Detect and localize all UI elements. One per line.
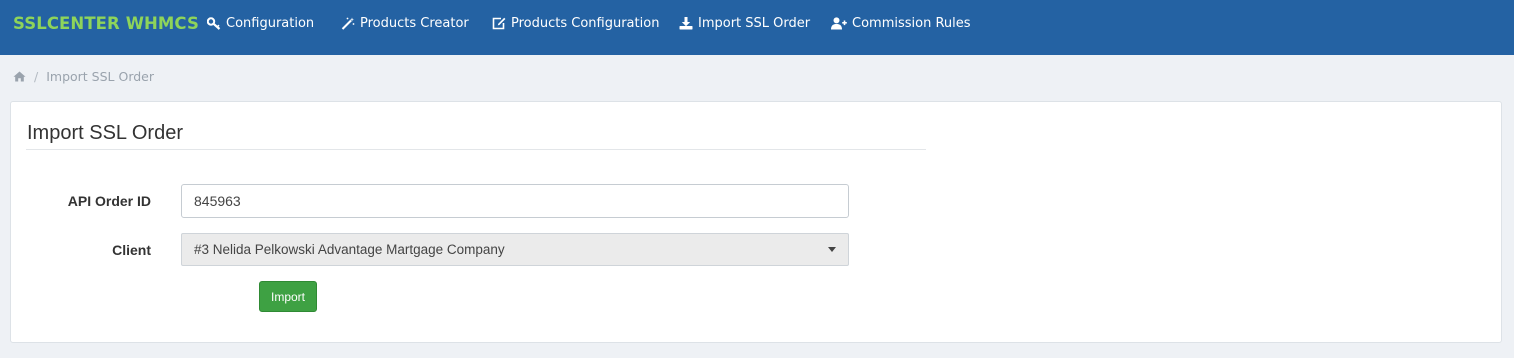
wrench-key-icon [207,17,221,30]
api-order-id-label: API Order ID [67,193,151,209]
nav-item-label: Configuration [226,16,315,31]
import-button[interactable]: Import [259,281,317,312]
breadcrumb: / Import SSL Order [13,69,154,84]
home-icon[interactable] [13,71,26,82]
brand-title[interactable]: SSLCENTER WHMCS [13,14,199,33]
nav-item-products-configuration[interactable]: Products Configuration [492,16,659,31]
magic-wand-icon [341,17,355,30]
user-plus-icon [831,17,847,30]
client-select[interactable]: #3 Nelida Pelkowski Advantage Martgage C… [181,233,849,266]
nav-item-label: Products Configuration [511,16,660,31]
api-order-id-input[interactable] [181,184,849,218]
client-label: Client [112,242,151,258]
nav-item-configuration[interactable]: Configuration [207,16,314,31]
client-select-value: #3 Nelida Pelkowski Advantage Martgage C… [194,242,505,257]
edit-icon [492,17,506,30]
nav-item-commission-rules[interactable]: Commission Rules [831,16,971,31]
breadcrumb-separator: / [34,69,39,84]
caret-down-icon [828,247,836,252]
download-icon [679,17,693,30]
nav-item-label: Import SSL Order [698,16,811,31]
breadcrumb-current: Import SSL Order [46,69,155,84]
nav-item-import-ssl-order[interactable]: Import SSL Order [679,16,810,31]
nav-item-products-creator[interactable]: Products Creator [341,16,469,31]
top-navbar: SSLCENTER WHMCS Configuration Products C… [0,0,1514,55]
nav-item-label: Products Creator [360,16,469,31]
page-title: Import SSL Order [27,122,183,144]
nav-item-label: Commission Rules [852,16,971,31]
title-divider [26,149,926,150]
import-panel: Import SSL Order API Order ID Client #3 … [10,101,1502,343]
